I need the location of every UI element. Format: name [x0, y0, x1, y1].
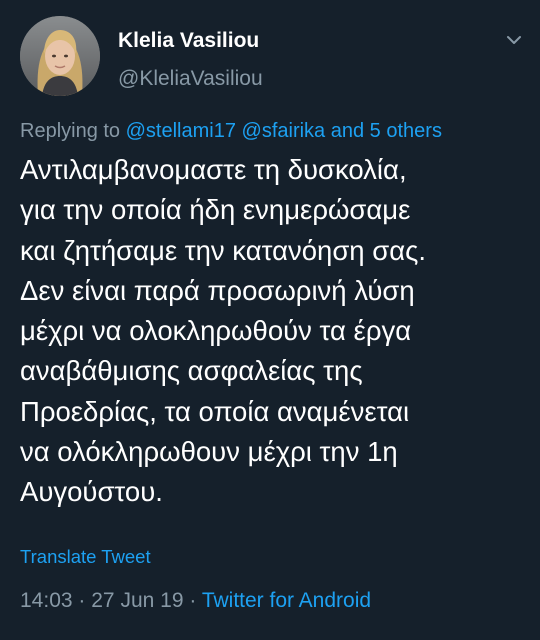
others-link[interactable]: and 5 others	[331, 120, 442, 142]
tweet-text: Αντιλαμβανομαστε τη δυσκολία, για την οπ…	[20, 154, 427, 508]
reply-context: Replying to @stellami17 @sfairika and 5 …	[20, 118, 442, 144]
tweet-meta: 14:03 · 27 Jun 19 · Twitter for Android	[20, 588, 371, 614]
author-display-name[interactable]: Klelia Vasiliou	[118, 28, 259, 54]
replying-to-label: Replying to	[20, 120, 121, 142]
author-handle[interactable]: @KleliaVasiliou	[118, 66, 263, 92]
avatar[interactable]	[20, 16, 100, 96]
mention-link-1[interactable]: @stellami17	[126, 120, 236, 142]
translate-tweet-link[interactable]: Translate Tweet	[20, 545, 151, 569]
avatar-image	[20, 16, 100, 96]
mention-link-2[interactable]: @sfairika	[242, 120, 326, 142]
tweet-source-link[interactable]: Twitter for Android	[202, 589, 371, 612]
tweet-card: Klelia Vasiliou @KleliaVasiliou Replying…	[0, 0, 540, 640]
chevron-down-icon[interactable]	[502, 30, 526, 50]
meta-separator: ·	[78, 589, 86, 612]
tweet-date: 27 Jun 19	[91, 589, 184, 612]
tweet-time: 14:03	[20, 589, 73, 612]
meta-separator: ·	[189, 589, 197, 612]
